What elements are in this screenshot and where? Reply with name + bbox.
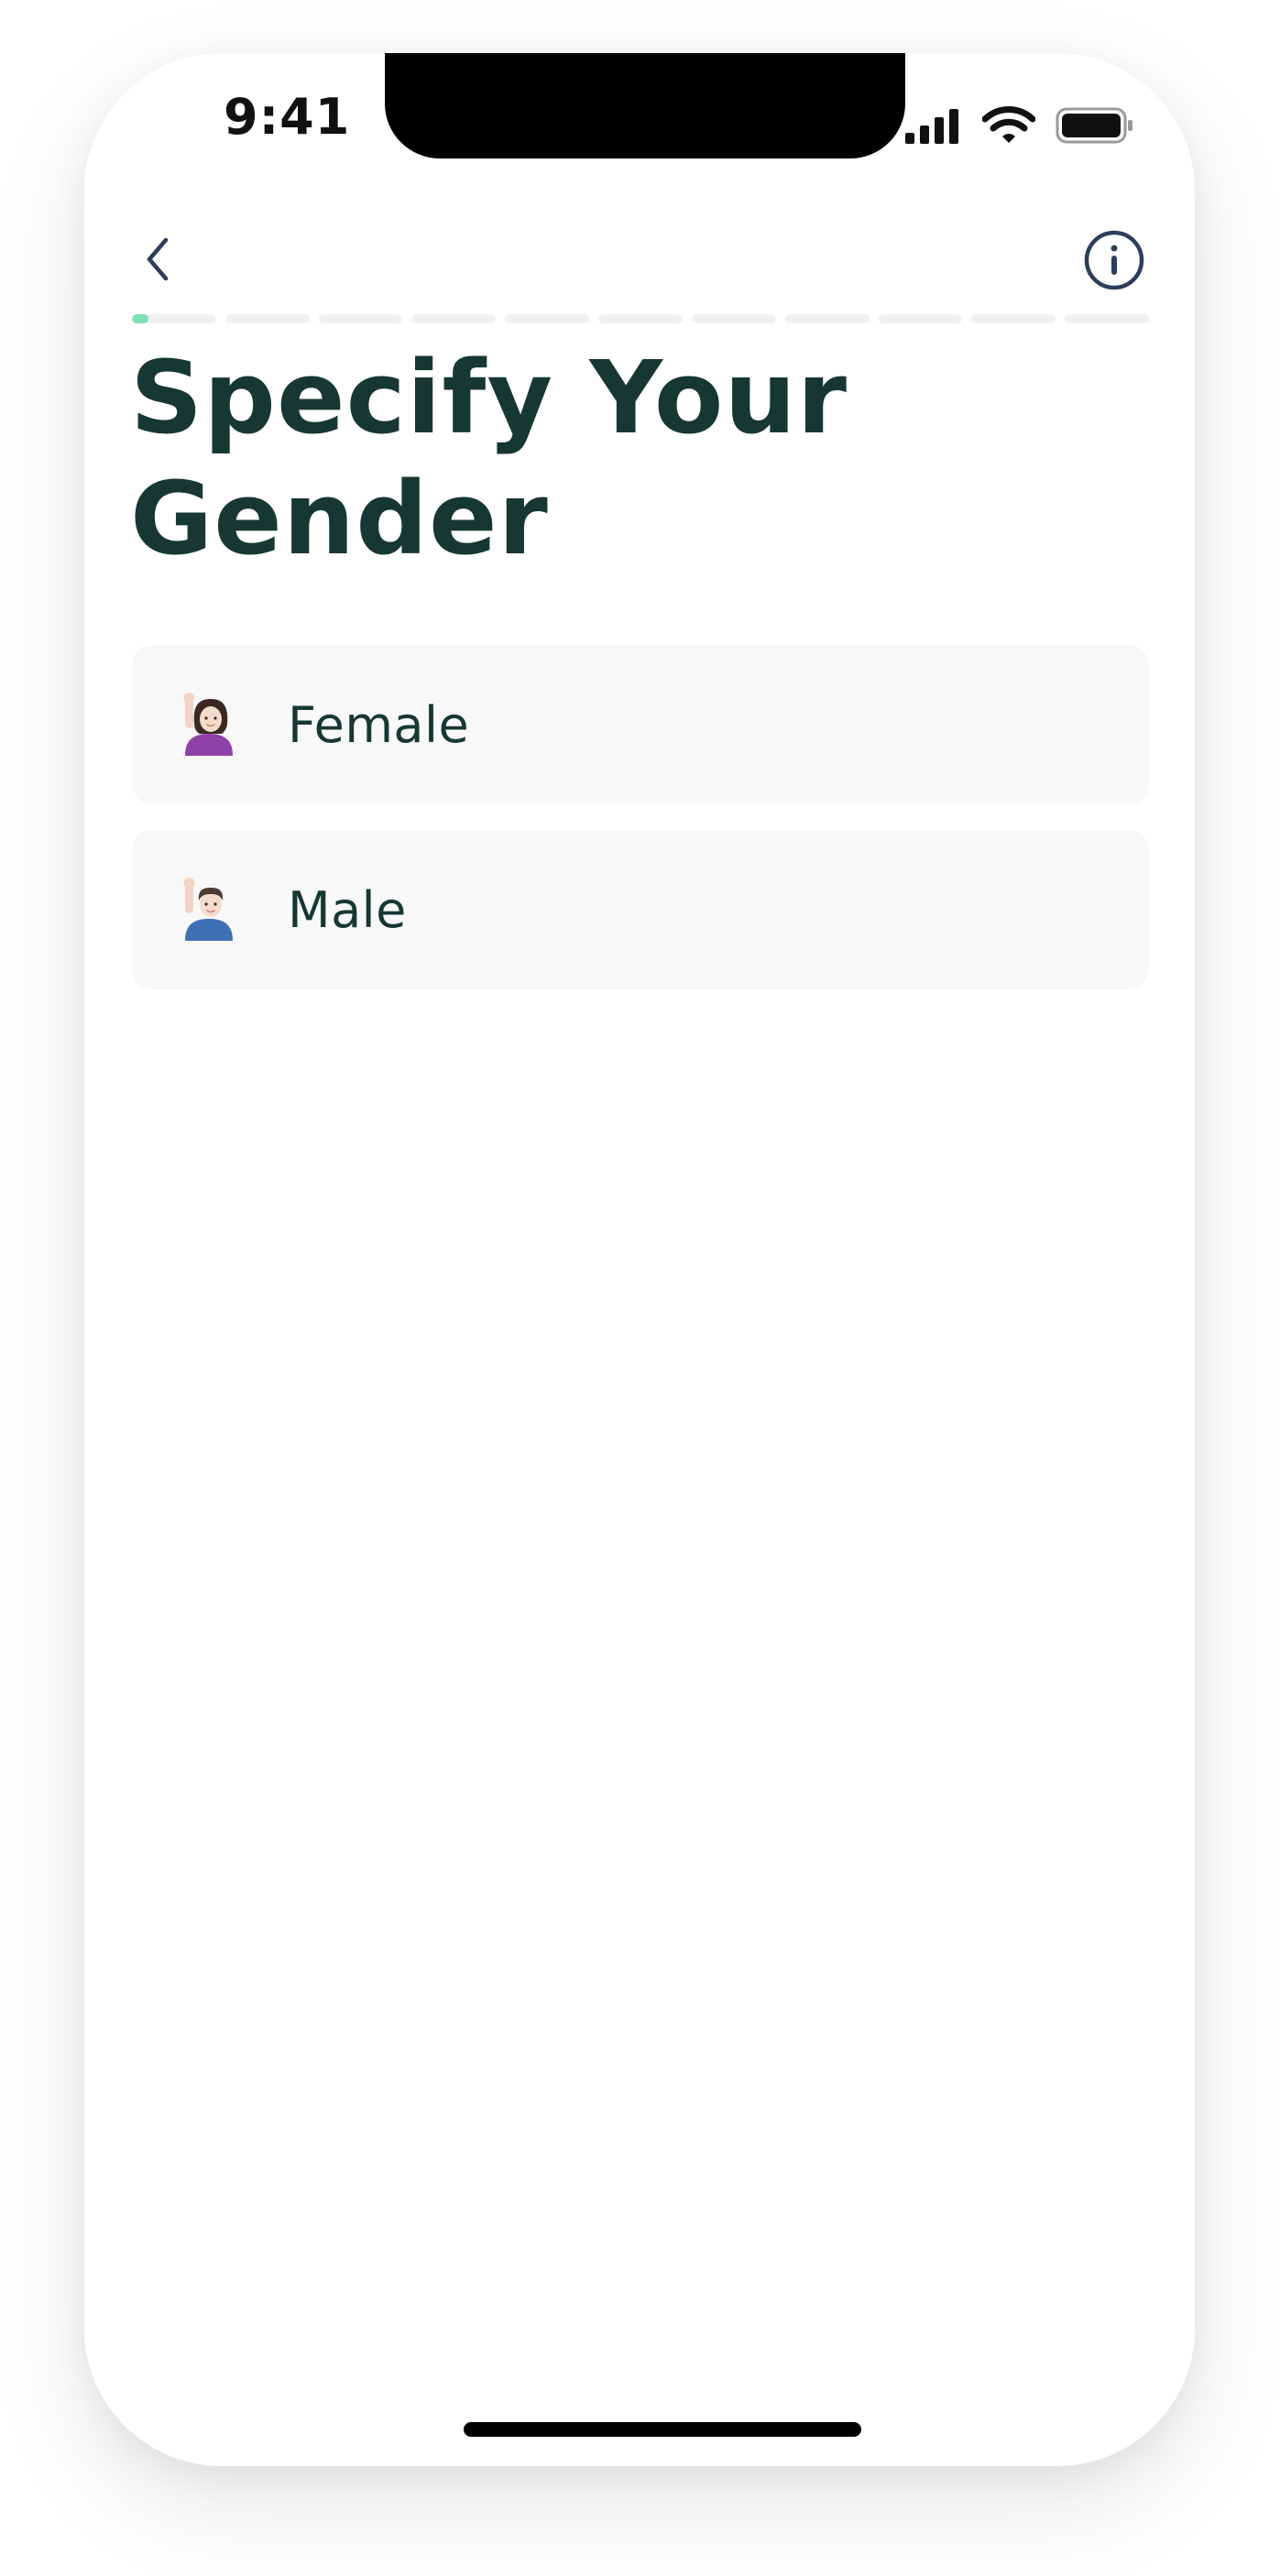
progress-segment	[224, 314, 310, 323]
back-button[interactable]	[121, 223, 194, 296]
page-title-line-2: Gender	[130, 460, 549, 577]
progress-segment	[1065, 314, 1149, 323]
chevron-left-icon	[147, 237, 169, 281]
status-icons	[905, 106, 1134, 145]
gender-options: Female Male	[132, 645, 1149, 989]
option-male[interactable]: Male	[132, 830, 1149, 989]
home-indicator[interactable]	[464, 2422, 861, 2437]
progress-segment	[784, 314, 870, 323]
option-female[interactable]: Female	[132, 645, 1149, 804]
phone-screen: 9:41 Specify Your Gender Female Male	[84, 53, 1195, 2466]
progress-segment	[691, 314, 776, 323]
progress-segment	[598, 314, 683, 323]
cellular-signal-icon	[905, 109, 958, 144]
progress-segment	[411, 314, 497, 323]
progress-fill	[132, 314, 149, 323]
man-raising-hand-icon	[180, 877, 238, 943]
battery-icon	[1056, 107, 1132, 144]
info-icon	[1084, 230, 1144, 290]
progress-segment	[318, 314, 403, 323]
progress-segment	[878, 314, 963, 323]
page-title-line-1: Specify Your	[130, 339, 848, 456]
info-button[interactable]	[1078, 224, 1151, 297]
page-title: Specify Your Gender	[130, 337, 1138, 579]
progress-segment	[132, 314, 216, 323]
woman-raising-hand-icon	[180, 692, 238, 758]
step-progress-bar	[132, 314, 1149, 323]
option-male-label: Male	[288, 880, 407, 939]
status-time: 9:41	[224, 88, 351, 146]
progress-segment	[971, 314, 1056, 323]
progress-segment	[505, 314, 590, 323]
wifi-icon	[982, 106, 1035, 143]
device-notch	[385, 53, 905, 158]
option-female-label: Female	[288, 695, 470, 754]
